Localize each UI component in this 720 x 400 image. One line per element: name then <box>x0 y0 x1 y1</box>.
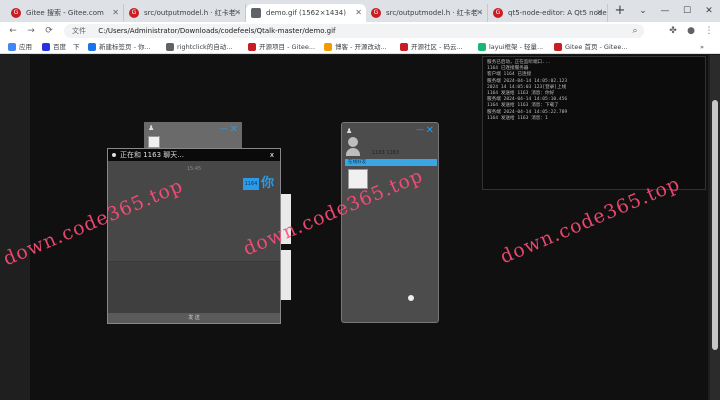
page-icon <box>251 8 261 18</box>
bookmark-down[interactable]: 下 <box>62 41 80 53</box>
send-button[interactable]: 发 送 <box>108 313 280 323</box>
close-button[interactable]: ✕ <box>426 125 434 136</box>
address-url: C:/Users/Administrator/Downloads/codefee… <box>98 27 336 35</box>
profile-icon[interactable]: ● <box>684 24 698 38</box>
tab-outputmodel[interactable]: G src/outputmodel.h · 红卡老 · ✕ <box>124 4 246 22</box>
gitee-icon <box>400 43 408 51</box>
bookmark-layui[interactable]: layui框架 - 轻量... <box>478 41 543 53</box>
new-tab-button[interactable]: + <box>612 3 628 19</box>
layui-icon <box>478 43 486 51</box>
scrollbar-thumb[interactable] <box>712 100 718 350</box>
close-window-button[interactable]: ✕ <box>698 0 720 22</box>
globe-icon <box>88 43 96 51</box>
status-dot-icon <box>112 153 116 157</box>
tab-node-editor[interactable]: G qt5-node-editor: A Qt5 node ✕ <box>488 4 608 22</box>
tab-demo-gif[interactable]: demo.gif (1562×1434) ✕ <box>246 4 366 22</box>
close-icon[interactable]: ✕ <box>234 4 241 22</box>
tab-gitee-search[interactable]: G Gitee 搜索 - Gitee.com ✕ <box>6 4 124 22</box>
chat-titlebar: 正在和 1163 聊天... x <box>108 149 280 161</box>
bookmark-rightclick[interactable]: rightclick的自动... <box>166 41 233 53</box>
tab-label: Gitee 搜索 - Gitee.com <box>26 9 104 17</box>
user-icon: ♟ <box>346 127 353 135</box>
extensions-icon[interactable]: ✤ <box>666 24 680 38</box>
bookmark-gitee-home[interactable]: Gitee 首页 - Gitee... <box>554 41 628 53</box>
server-log-panel: 服务已启动，正在监听端口... 1164 已连接服务器 客户端 1164 已连接… <box>482 56 706 190</box>
forward-button[interactable]: → <box>24 24 38 38</box>
close-icon[interactable]: ✕ <box>476 4 483 22</box>
tab-search-icon[interactable]: ⌄ <box>632 0 654 22</box>
user-icon: ♟ <box>148 124 155 132</box>
browser-toolbar: ← → ⟳ 文件 C:/Users/Administrator/Download… <box>0 22 720 40</box>
avatar[interactable] <box>346 137 360 157</box>
address-bar[interactable]: 文件 C:/Users/Administrator/Downloads/code… <box>64 24 644 38</box>
tab-label: src/outputmodel.h · 红卡老 · <box>144 9 241 17</box>
blog-icon <box>324 43 332 51</box>
close-icon[interactable]: ✕ <box>355 4 362 22</box>
message-bubble: 1164 你 <box>242 176 274 191</box>
mouse-cursor-icon <box>408 295 414 301</box>
minimize-button[interactable]: — <box>416 125 424 134</box>
close-button[interactable]: ✕ <box>230 124 238 135</box>
chat-title: 正在和 1163 聊天... <box>120 151 184 159</box>
qr-code-icon <box>148 136 160 148</box>
tab-label: src/outputmodel.h · 红卡老 · <box>386 9 483 17</box>
friend-list-window: ♟ — ✕ 1163 1163 在线好友 <box>341 122 439 323</box>
message-text: 你 <box>260 176 274 191</box>
username: 1163 1163 <box>372 150 400 156</box>
chat-close-button[interactable]: x <box>270 149 274 161</box>
bookmark-new-tab[interactable]: 新建标签页 - 你... <box>88 41 151 53</box>
bookmark-gitee-projects[interactable]: 开源项目 - Gitee... <box>248 41 315 53</box>
bookmark-apps[interactable]: 应用 <box>8 41 32 53</box>
sender-tag: 1164 <box>242 178 259 190</box>
tab-strip: G Gitee 搜索 - Gitee.com ✕ G src/outputmod… <box>0 0 720 22</box>
back-button[interactable]: ← <box>6 24 20 38</box>
gitee-icon: G <box>493 8 503 18</box>
file-scheme-badge: 文件 <box>72 27 86 35</box>
friend-group-header[interactable]: 在线好友 <box>345 159 437 166</box>
gitee-icon: G <box>11 8 21 18</box>
gitee-icon <box>248 43 256 51</box>
close-icon[interactable]: ✕ <box>112 4 119 22</box>
baidu-icon <box>42 43 50 51</box>
tab-label: demo.gif (1562×1434) <box>266 9 346 17</box>
gitee-icon <box>554 43 562 51</box>
apps-icon <box>8 43 16 51</box>
bookmark-blog[interactable]: 博客 - 开源改动... <box>324 41 387 53</box>
minimize-button[interactable]: — <box>220 124 228 133</box>
reload-button[interactable]: ⟳ <box>42 24 56 38</box>
minimize-button[interactable]: — <box>654 0 676 22</box>
page-icon <box>166 43 174 51</box>
zoom-icon[interactable]: ⌕ <box>628 24 642 38</box>
window-controls: ⌄ — ☐ ✕ <box>632 0 720 22</box>
tab-outputmodel-2[interactable]: G src/outputmodel.h · 红卡老 · ✕ <box>366 4 488 22</box>
bookmarks-bar: 应用 百度 下 新建标签页 - 你... rightclick的自动... 开源… <box>0 40 720 54</box>
close-icon[interactable]: ✕ <box>596 4 603 22</box>
more-bookmarks-icon[interactable]: » <box>700 41 704 53</box>
menu-icon[interactable]: ⋮ <box>702 24 716 38</box>
bookmark-opensource[interactable]: 开源社区 - 码云... <box>400 41 463 53</box>
tab-label: qt5-node-editor: A Qt5 node <box>508 9 607 17</box>
gitee-icon: G <box>129 8 139 18</box>
log-line: 1164 发送给 1163 消息：1 <box>487 115 548 121</box>
window-edge <box>281 250 291 300</box>
gitee-icon: G <box>371 8 381 18</box>
message-timestamp: 15:45 <box>186 166 202 172</box>
maximize-button[interactable]: ☐ <box>676 0 698 22</box>
message-input[interactable] <box>108 262 280 314</box>
